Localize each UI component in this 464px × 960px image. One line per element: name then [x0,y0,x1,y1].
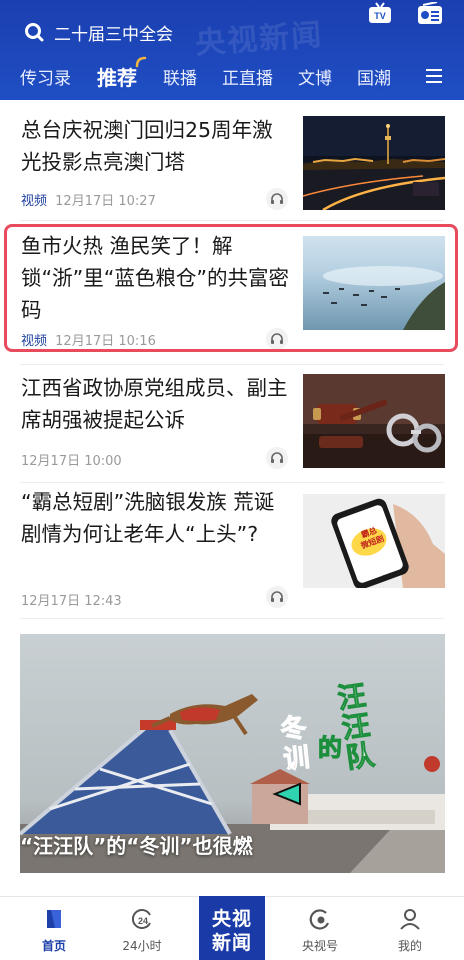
news-meta: 视频 12月17日 10:27 [21,190,156,209]
tab-wenbo[interactable]: 文博 [298,64,332,89]
search-hint-text: 二十届三中全会 [54,25,173,45]
video-tag: 视频 [21,194,48,209]
overlay-text-de: 的 [318,734,343,763]
news-title: 江西省政协原党组成员、副主席胡强被提起公诉 [21,376,288,432]
recommend-accent-icon [135,56,147,68]
tab-home[interactable]: 首页 [14,897,94,960]
tab-label: 我的 [397,939,422,953]
tab-cctv-hao[interactable]: 央视号 [280,897,360,960]
divider [20,220,444,221]
tab-chuanxilu[interactable]: 传习录 [20,64,71,89]
cctv-hao-icon [309,909,330,930]
headphone-icon[interactable] [266,447,288,469]
home-icon [47,910,61,928]
tab-mine[interactable]: 我的 [370,897,450,960]
svg-text:TV: TV [374,11,386,21]
tab-label: 首页 [41,939,66,953]
tab-24hours[interactable]: 24 24小时 [102,897,182,960]
featured-video-card[interactable]: 汪汪队 的 冬训 “汪汪队”的“冬训”也很燃 [20,634,445,873]
svg-text:24: 24 [138,916,148,926]
video-caption: “汪汪队”的“冬训”也很燃 [20,834,253,858]
news-item[interactable]: “霸总短剧”洗脑银发族 荒诞剧情为何让老年人“上头”? 12月17日 12:43… [0,482,464,618]
news-title: 总台庆祝澳门回归25周年激光投影点亮澳门塔 [21,118,273,174]
search-bar[interactable]: 二十届三中全会 [0,16,464,46]
clock-24-icon: 24 [131,909,151,929]
news-time: 12月17日 10:00 [21,454,122,469]
tab-label: 24小时 [122,939,162,953]
phone-short-drama-image: 霸总 微短剧 [303,494,445,588]
profile-icon [400,909,420,930]
search-icon [25,23,44,42]
news-item[interactable]: 江西省政协原党组成员、副主席胡强被提起公诉 12月17日 10:00 [0,364,464,482]
headphone-icon[interactable] [266,188,288,210]
headphone-icon[interactable] [266,586,288,608]
news-time: 12月17日 12:43 [21,594,122,609]
gavel-handcuffs-image [303,374,445,468]
tv-icon[interactable]: TV [368,2,392,26]
tab-label: 央视号 [301,939,338,953]
tab-live[interactable]: 正直播 [222,64,273,89]
cctv-news-center-button[interactable]: 央视 新闻 [199,896,265,960]
divider [20,618,444,619]
tab-recommend[interactable]: 推荐 [97,62,137,91]
channel-nav: 传习录 推荐 联播 正直播 文博 国潮 [0,56,464,92]
news-item[interactable]: 总台庆祝澳门回归25周年激光投影点亮澳门塔 视频 12月17日 10:27 [0,100,464,220]
center-label-line2: 新闻 [211,932,252,954]
top-header: 央视新闻 二十届三中全会 TV 传习录 推荐 联播 正直播 文博 国潮 [0,0,464,100]
news-meta: 12月17日 12:43 [21,590,122,609]
macau-night-image [303,116,445,210]
center-label-line1: 央视 [211,908,252,930]
news-title: “霸总短剧”洗脑银发族 荒诞剧情为何让老年人“上头”? [21,490,275,546]
menu-icon[interactable] [426,68,442,84]
tab-lianbo[interactable]: 联播 [163,64,197,89]
news-meta: 12月17日 10:00 [21,450,122,469]
news-time: 12月17日 10:27 [55,194,156,209]
tab-guochao[interactable]: 国潮 [357,64,391,89]
selection-highlight [4,224,458,352]
radio-icon[interactable] [417,2,443,26]
